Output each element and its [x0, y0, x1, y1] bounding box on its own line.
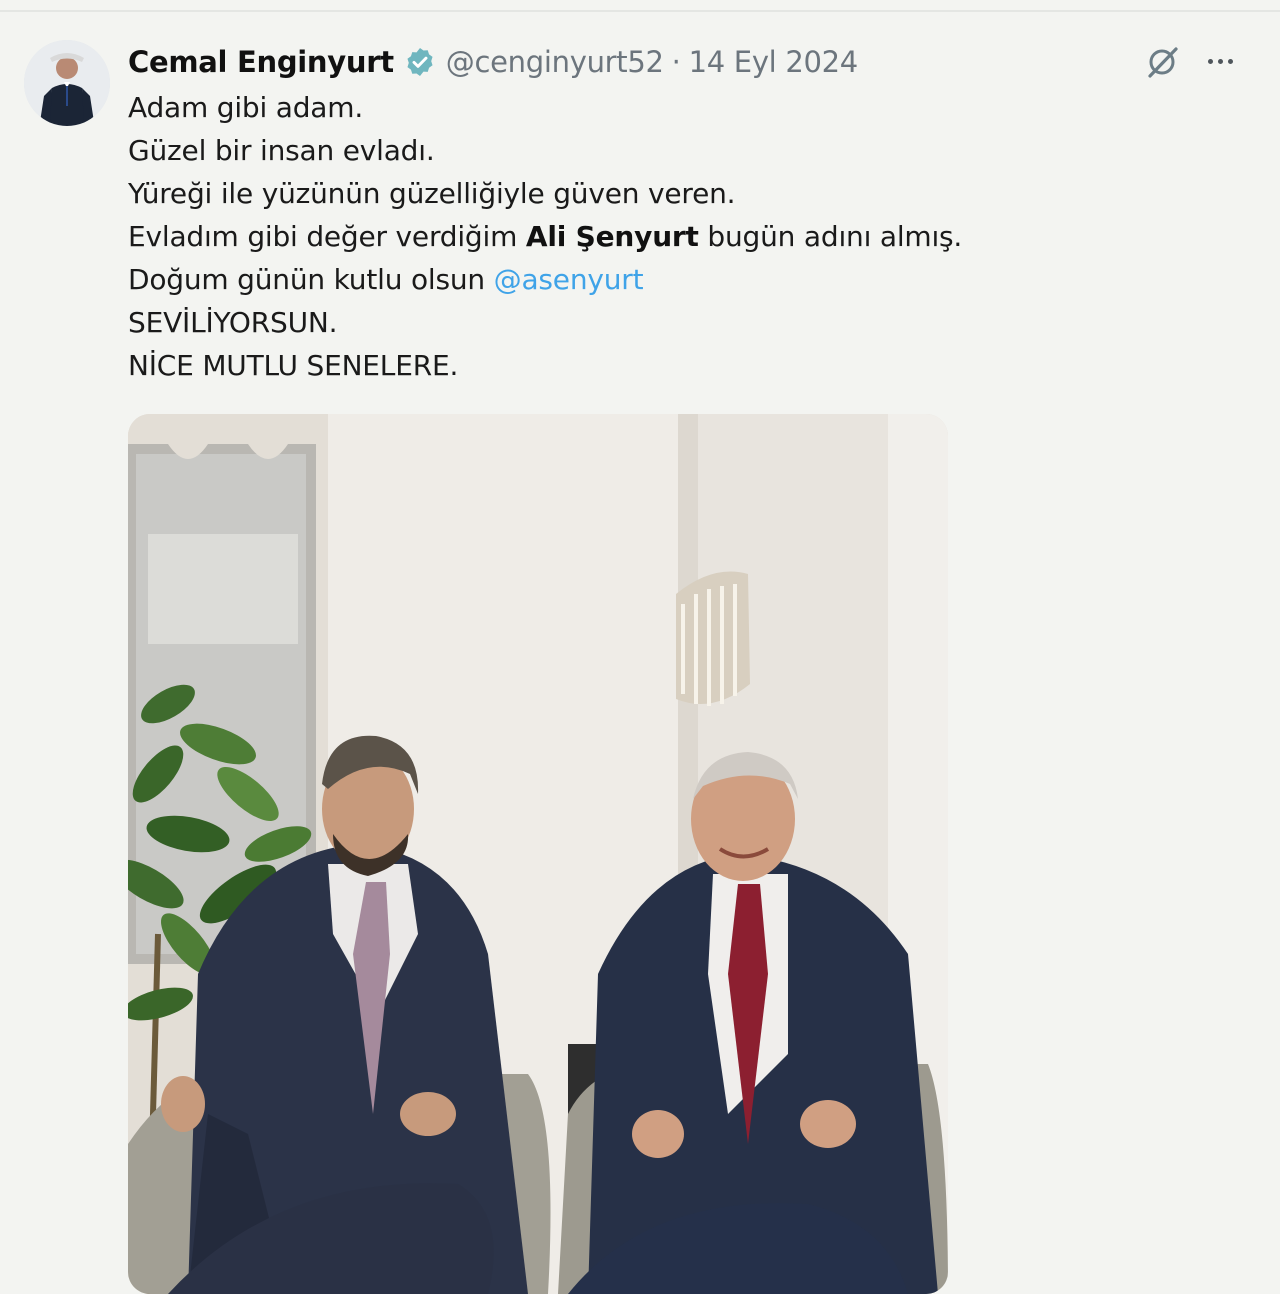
- tweet-line: Yüreği ile yüzünün güzelliğiyle güven ve…: [128, 177, 736, 210]
- line-text: bugün adını almış.: [698, 220, 963, 253]
- mention-link[interactable]: @asenyurt: [494, 263, 644, 296]
- line-text: Evladım gibi değer verdiğim: [128, 220, 526, 253]
- photo-illustration: [128, 414, 948, 1294]
- separator-dot: ·: [671, 45, 681, 79]
- verified-badge-icon: [407, 48, 433, 76]
- line-text: Doğum günün kutlu olsun: [128, 263, 494, 296]
- more-dot: [1217, 58, 1223, 64]
- bold-name: Ali Şenyurt: [525, 220, 699, 253]
- tweet: Cemal Enginyurt @cenginyurt52 · 14 Eyl 2…: [0, 0, 1280, 1294]
- tweet-line: Güzel bir insan evladı.: [128, 134, 435, 167]
- avatar-image: [24, 40, 110, 126]
- more-dot: [1227, 58, 1233, 64]
- tweet-date[interactable]: 14 Eyl 2024: [689, 45, 859, 79]
- author-name[interactable]: Cemal Enginyurt: [128, 45, 394, 79]
- tweet-line: Evladım gibi değer verdiğim Ali Şenyurt …: [128, 215, 1248, 258]
- tweet-line: Adam gibi adam.: [128, 91, 364, 124]
- avatar[interactable]: [24, 40, 110, 126]
- tweet-line: SEVİLİYORSUN.: [128, 306, 338, 339]
- divider: [0, 10, 1280, 12]
- grok-icon[interactable]: [1144, 44, 1180, 80]
- tweet-photo[interactable]: [128, 414, 948, 1294]
- more-dot: [1207, 58, 1213, 64]
- tweet-line: NİCE MUTLU SENELERE.: [128, 349, 459, 382]
- tweet-header: Cemal Enginyurt @cenginyurt52 · 14 Eyl 2…: [128, 40, 858, 84]
- more-options-icon[interactable]: [1202, 46, 1238, 76]
- tweet-line: Doğum günün kutlu olsun @asenyurt: [128, 258, 1248, 301]
- tweet-text: Adam gibi adam. Güzel bir insan evladı. …: [128, 86, 1248, 387]
- author-handle[interactable]: @cenginyurt52: [446, 45, 664, 79]
